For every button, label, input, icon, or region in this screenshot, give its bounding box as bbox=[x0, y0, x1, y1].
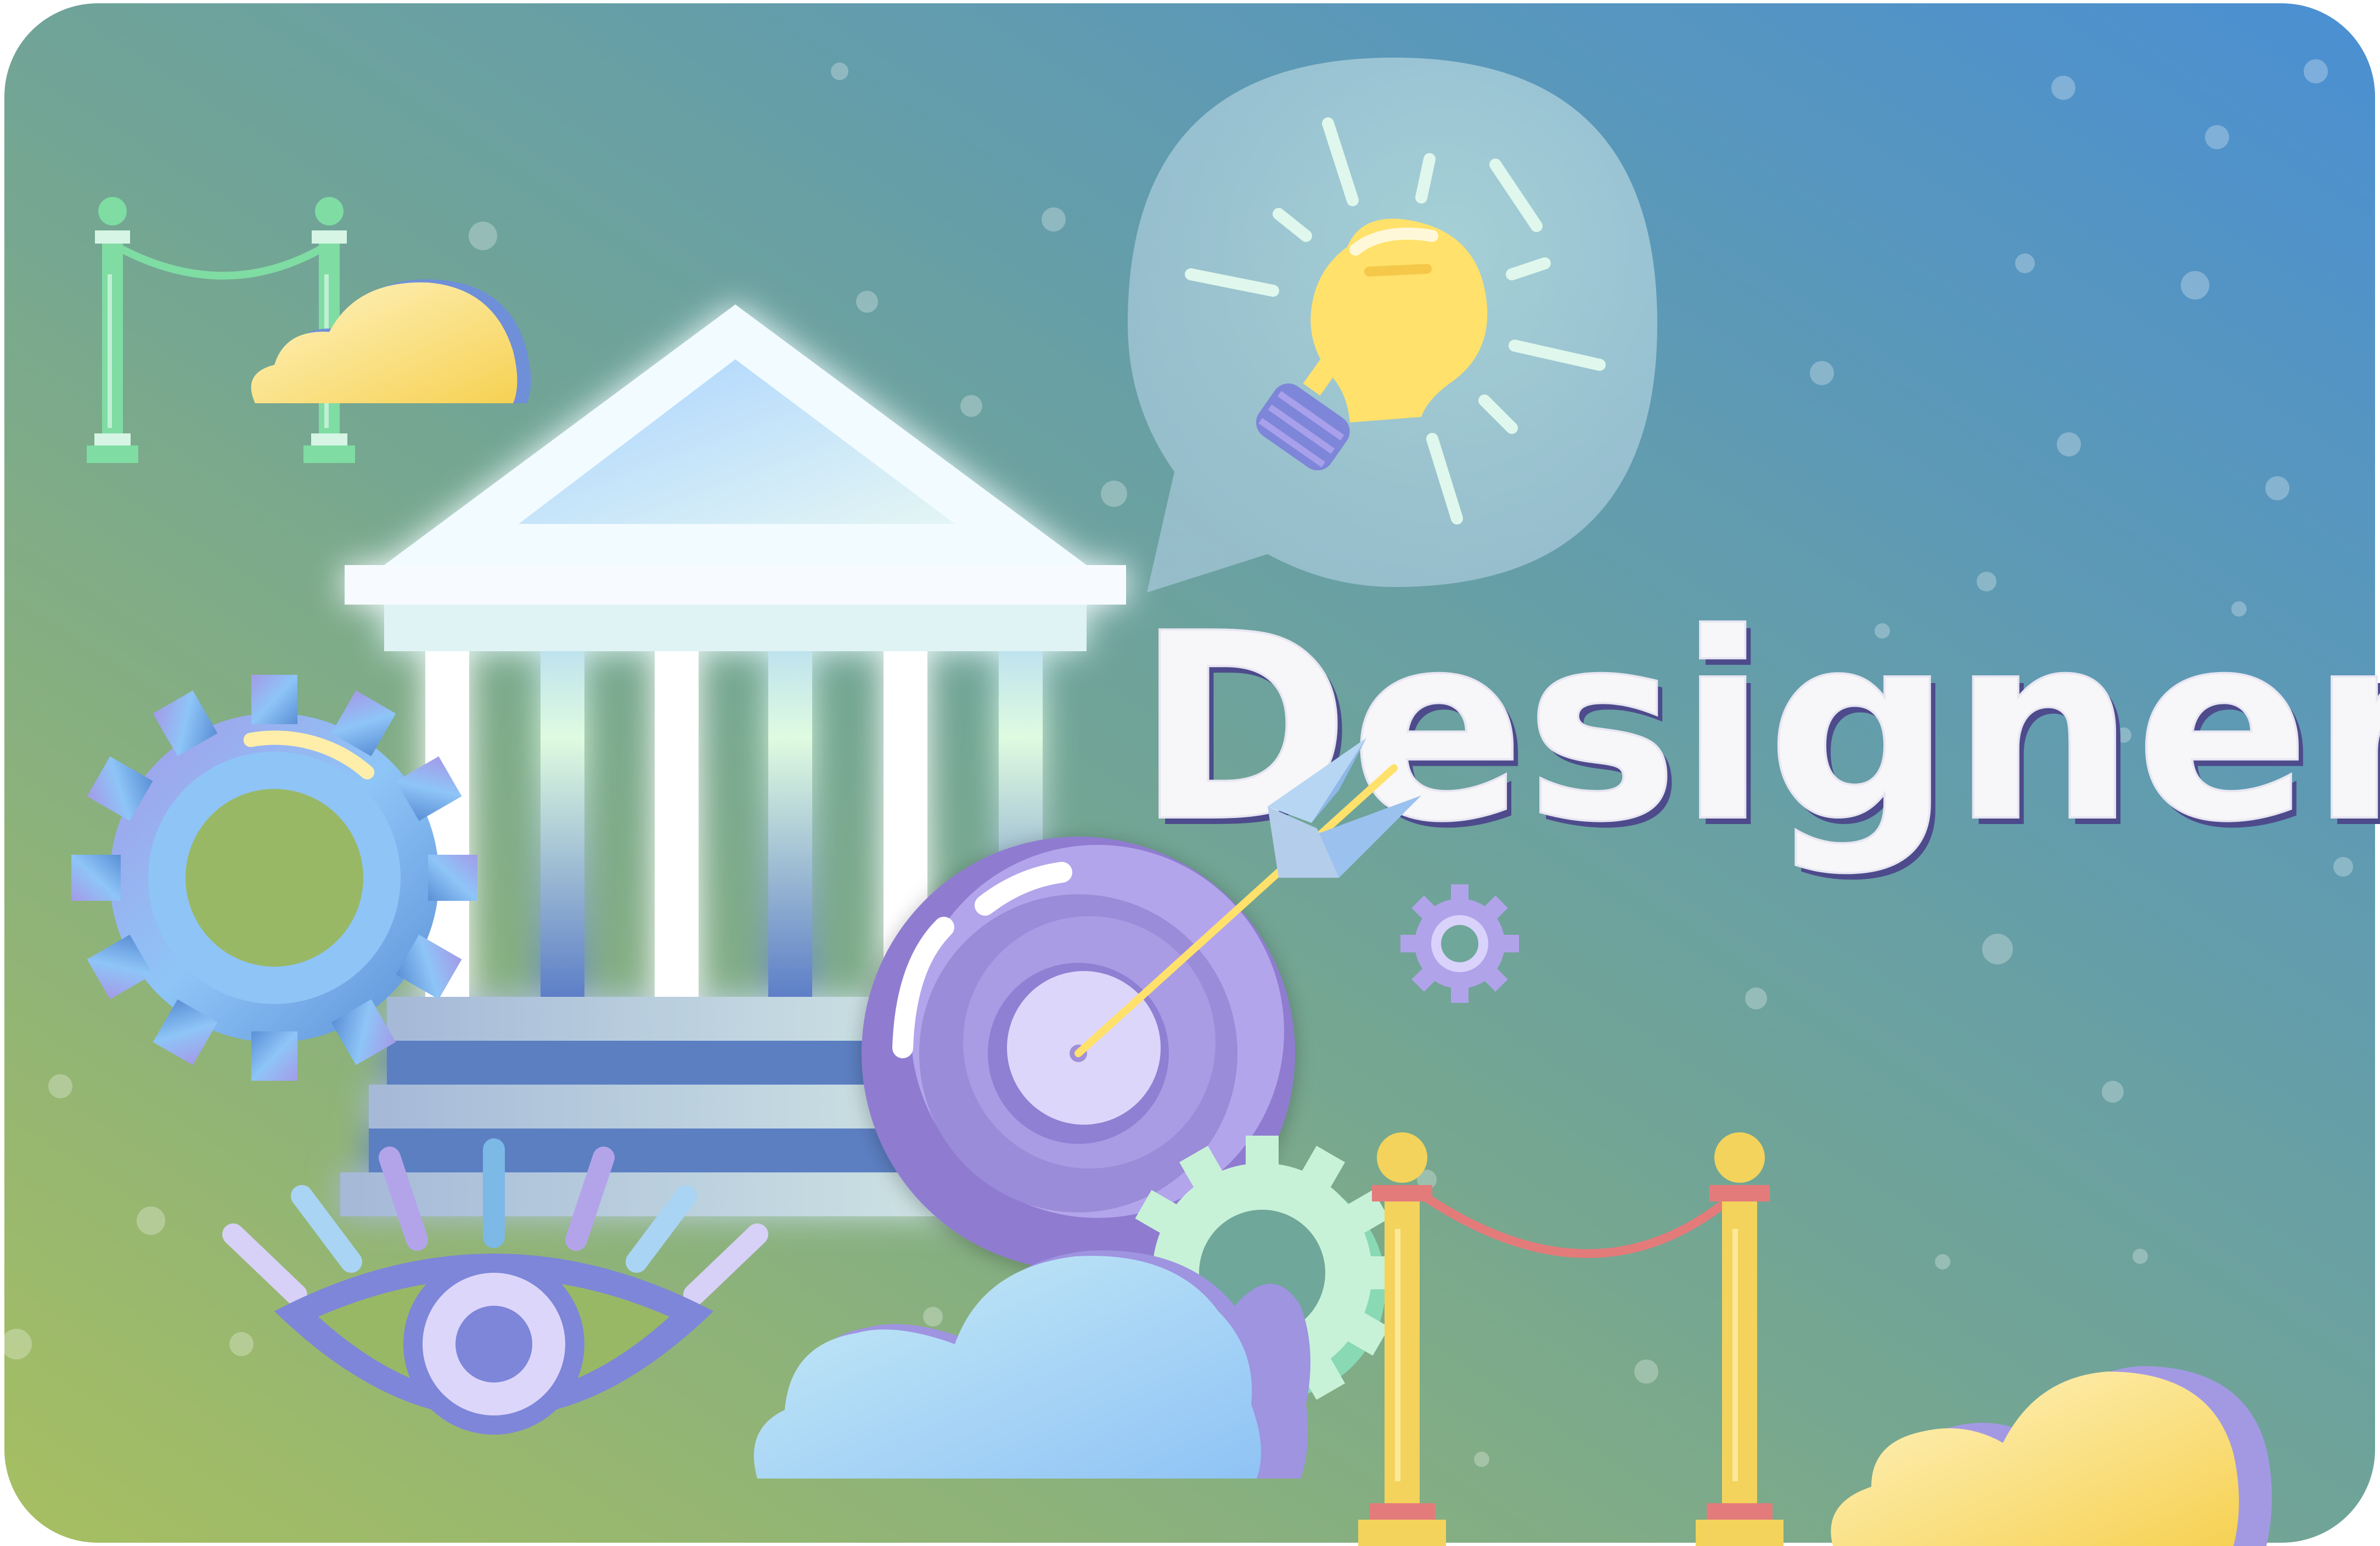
gear-icon-purple-small bbox=[1400, 884, 1519, 1003]
speech-bubble-icon bbox=[1128, 58, 1657, 593]
designer-illustration: Designer Designer bbox=[1, 3, 2380, 1546]
